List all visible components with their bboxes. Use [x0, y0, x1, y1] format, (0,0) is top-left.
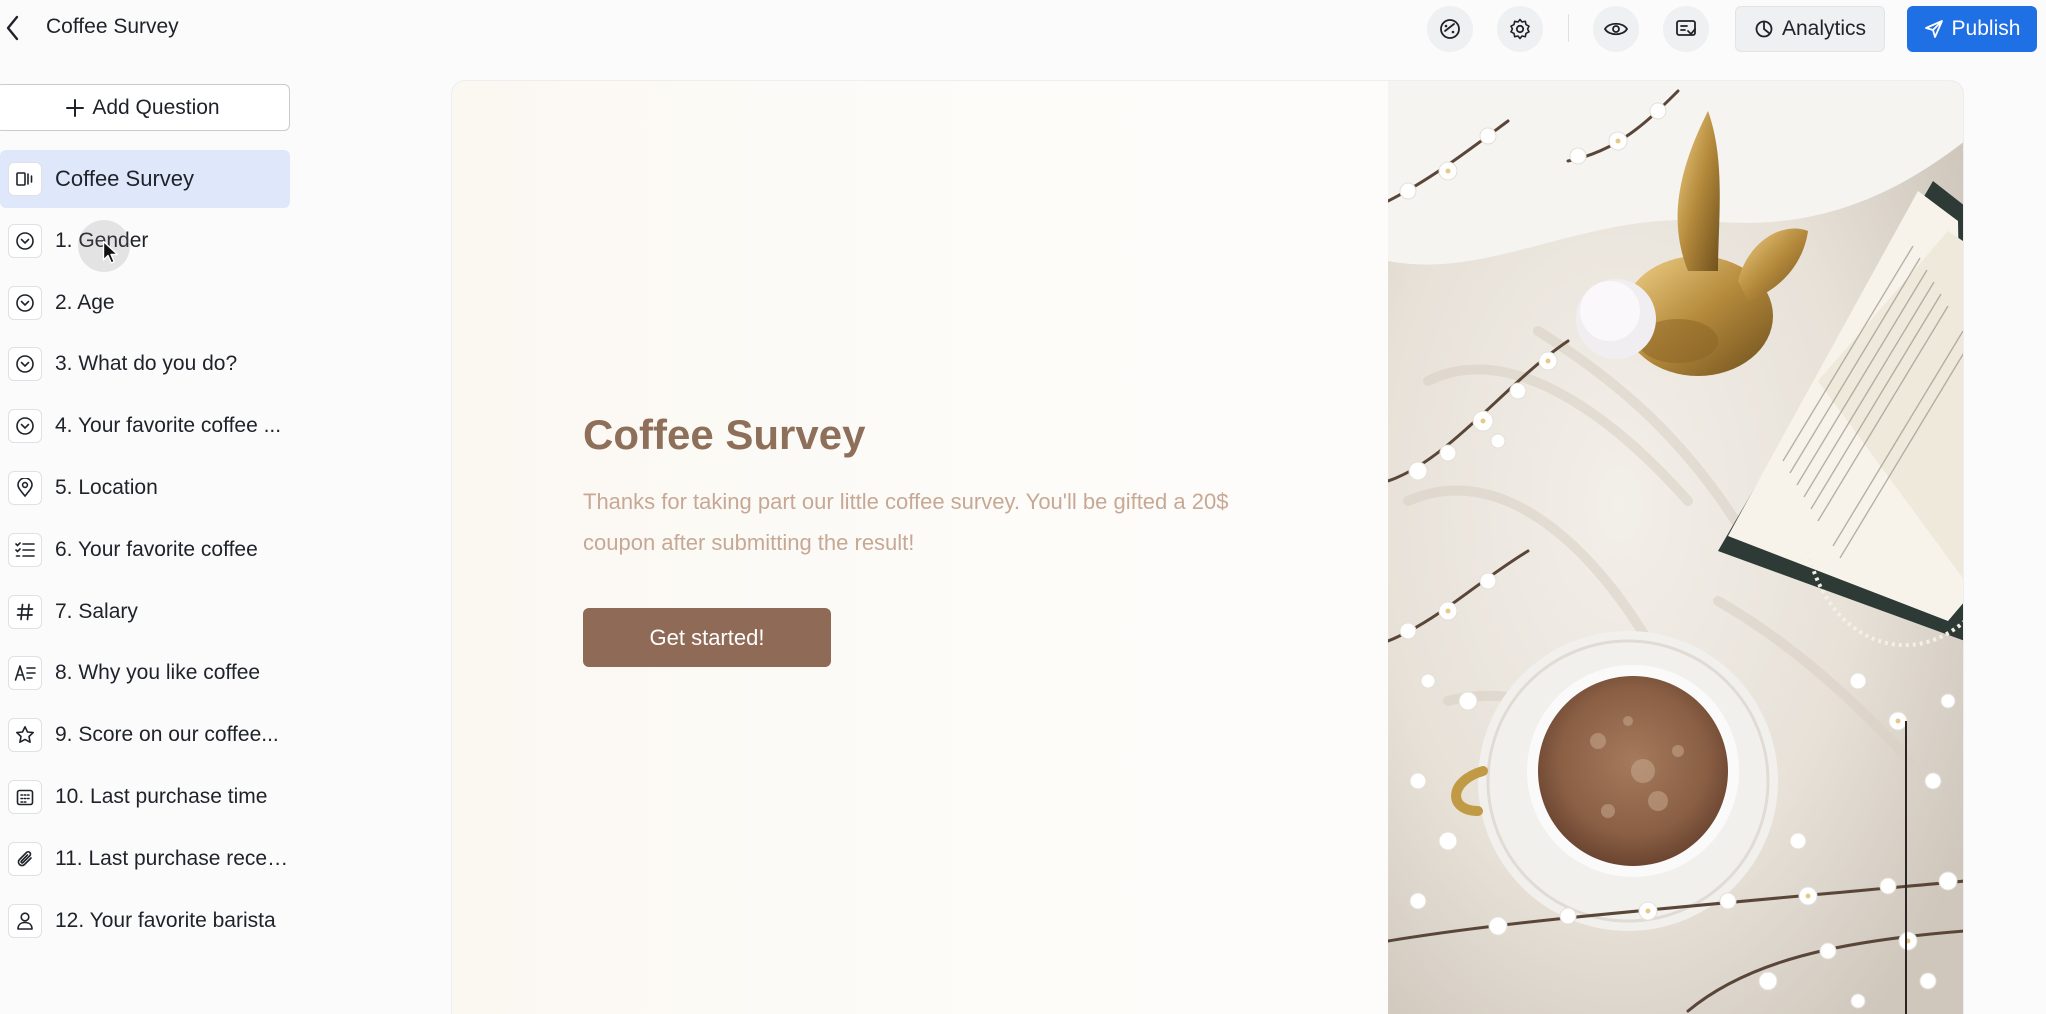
- sidebar-item-label: 9. Score on our coffee...: [55, 723, 279, 747]
- cover-title[interactable]: Coffee Survey: [583, 411, 865, 459]
- sidebar-item-cover[interactable]: Coffee Survey: [0, 150, 290, 208]
- sidebar-item-label: 5. Location: [55, 475, 158, 499]
- sidebar-item-last-purchase-time[interactable]: 10. Last purchase time: [0, 768, 290, 826]
- sidebar-item-label: 7. Salary: [55, 599, 138, 623]
- sidebar-item-location[interactable]: 5. Location: [0, 459, 290, 517]
- cover-icon: [8, 162, 42, 196]
- sidebar-item-gender[interactable]: 1. Gender: [0, 212, 290, 270]
- star-icon: [8, 718, 42, 753]
- dropdown-icon: [8, 223, 42, 258]
- analytics-button[interactable]: Analytics: [1735, 6, 1885, 52]
- sidebar-item-label: 3. What do you do?: [55, 352, 238, 376]
- sidebar-item-last-purchase-receipt[interactable]: 11. Last purchase recei...: [0, 830, 290, 888]
- sidebar-item-favorite-coffee-type[interactable]: 4. Your favorite coffee ...: [0, 397, 290, 455]
- text-icon: [8, 656, 42, 691]
- sidebar-item-label: 6. Your favorite coffee: [55, 537, 258, 561]
- cover-image[interactable]: [1388, 81, 1963, 1014]
- attachment-icon: [8, 841, 42, 876]
- sidebar-item-label: Coffee Survey: [55, 166, 195, 191]
- cover-description[interactable]: Thanks for taking part our little coffee…: [583, 481, 1283, 563]
- chevron-left-icon: [6, 15, 19, 41]
- settings-button[interactable]: [1497, 6, 1543, 52]
- page-title: Coffee Survey: [46, 15, 179, 38]
- sidebar-item-salary[interactable]: 7. Salary: [0, 583, 290, 641]
- form-icon: [1676, 20, 1696, 36]
- add-question-label: Add Question: [92, 95, 220, 119]
- survey-cover-canvas: Coffee Survey Thanks for taking part our…: [451, 80, 1964, 1014]
- preview-button[interactable]: [1593, 6, 1639, 52]
- back-button[interactable]: [0, 12, 26, 44]
- sidebar-item-score[interactable]: 9. Score on our coffee...: [0, 706, 290, 764]
- analytics-icon: [1755, 20, 1773, 38]
- analytics-label: Analytics: [1781, 17, 1867, 40]
- top-bar: Coffee Survey Analytics Publish: [0, 0, 2046, 60]
- theme-button[interactable]: [1427, 6, 1473, 52]
- dropdown-icon: [8, 409, 42, 444]
- number-icon: [8, 594, 42, 629]
- sidebar-item-occupation[interactable]: 3. What do you do?: [0, 335, 290, 393]
- sidebar-item-label: 2. Age: [55, 290, 115, 314]
- sidebar-item-label: 8. Why you like coffee: [55, 661, 261, 685]
- eye-icon: [1603, 22, 1629, 36]
- checklist-icon: [8, 532, 42, 567]
- publish-label: Publish: [1951, 17, 2021, 40]
- sidebar-item-age[interactable]: 2. Age: [0, 274, 290, 332]
- sidebar-item-label: 12. Your favorite barista: [55, 908, 276, 932]
- add-question-button[interactable]: Add Question: [0, 84, 290, 131]
- plus-icon: [66, 98, 85, 117]
- sidebar-item-label: 11. Last purchase recei...: [55, 846, 289, 870]
- person-icon: [8, 903, 42, 938]
- sidebar-item-label: 4. Your favorite coffee ...: [55, 414, 282, 438]
- mouse-cursor-icon: [102, 240, 119, 264]
- palette-icon: [1440, 19, 1460, 39]
- responses-button[interactable]: [1663, 6, 1709, 52]
- publish-button[interactable]: Publish: [1907, 6, 2037, 52]
- sidebar-item-favorite-coffee[interactable]: 6. Your favorite coffee: [0, 521, 290, 579]
- send-icon: [1924, 20, 1943, 38]
- dropdown-icon: [8, 285, 42, 320]
- dropdown-icon: [8, 347, 42, 382]
- sidebar-item-favorite-barista[interactable]: 12. Your favorite barista: [0, 892, 290, 950]
- sidebar-item-label: 10. Last purchase time: [55, 784, 268, 808]
- sidebar-item-why-coffee[interactable]: 8. Why you like coffee: [0, 644, 290, 702]
- calendar-icon: [8, 779, 42, 814]
- question-list: Coffee Survey 1. Gender 2. Age 3. What d…: [0, 150, 300, 953]
- get-started-button[interactable]: Get started!: [583, 608, 831, 667]
- gear-icon: [1510, 18, 1530, 40]
- location-icon: [8, 470, 42, 505]
- toolbar-divider: [1568, 14, 1569, 42]
